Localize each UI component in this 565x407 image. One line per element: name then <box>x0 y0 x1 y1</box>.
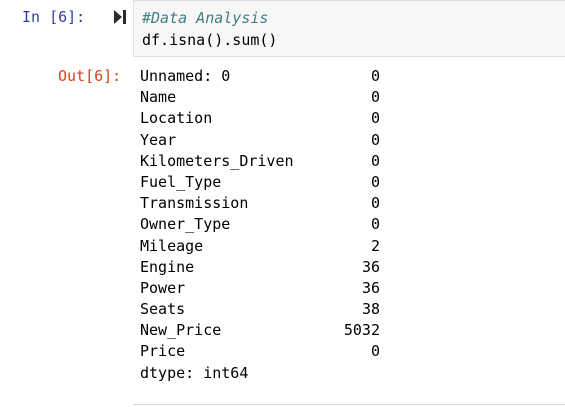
output-row: Owner_Type 0 <box>140 214 390 235</box>
output-row-value: 5032 <box>343 321 380 340</box>
output-row: Seats 38 <box>140 299 390 320</box>
run-cell-icon[interactable] <box>114 10 126 24</box>
output-row: Location 0 <box>140 108 390 129</box>
output-row-value: 0 <box>370 342 380 361</box>
code-line: df.isna().sum() <box>142 31 278 49</box>
output-row-value: 36 <box>361 278 380 297</box>
output-row-value: 0 <box>370 67 380 85</box>
output-row: Name 0 <box>140 87 390 108</box>
output-row-value: 0 <box>370 172 380 191</box>
output-row-value: 0 <box>370 194 380 213</box>
output-row: Year 0 <box>140 130 390 151</box>
output-row-key: Power <box>140 278 186 297</box>
output-row: Engine 36 <box>140 257 390 278</box>
output-row: Transmission 0 <box>140 193 390 214</box>
output-row-key: Owner_Type <box>140 215 231 234</box>
output-row-value: 0 <box>370 130 380 149</box>
output-row-value: 38 <box>361 300 380 319</box>
output-area: Unnamed: 0 0 Name 0 Location 0 Year 0 Ki… <box>140 66 390 383</box>
output-row-value: 0 <box>370 215 380 234</box>
output-row: Kilometers_Driven 0 <box>140 151 390 172</box>
input-prompt: In [6]: <box>22 8 86 26</box>
output-row-key: Transmission <box>140 194 249 213</box>
output-row: Mileage 2 <box>140 236 390 257</box>
cell-divider <box>133 404 565 405</box>
output-row-key: New_Price <box>140 321 222 340</box>
output-row: Power 36 <box>140 278 390 299</box>
output-row-key: Mileage <box>140 236 204 255</box>
output-row-value: 0 <box>370 109 380 128</box>
output-row: Fuel_Type 0 <box>140 172 390 193</box>
output-row-value: 36 <box>361 257 380 276</box>
output-row-key: Kilometers_Driven <box>140 151 294 170</box>
output-row-key: Fuel_Type <box>140 172 222 191</box>
output-row-key: Unnamed: 0 <box>140 67 231 85</box>
output-row-value: 2 <box>370 236 380 255</box>
output-row-key: Year <box>140 130 177 149</box>
output-row-key: Location <box>140 109 213 128</box>
output-row-value: 0 <box>370 88 380 107</box>
output-row: Price 0 <box>140 341 390 362</box>
output-row-value: 0 <box>370 151 380 170</box>
output-row-key: Seats <box>140 300 186 319</box>
output-row-key: Engine <box>140 257 195 276</box>
output-prompt: Out[6]: <box>58 67 122 85</box>
code-input-area[interactable]: #Data Analysis df.isna().sum() <box>133 0 565 57</box>
output-row-key: Price <box>140 342 186 361</box>
output-row: New_Price 5032 <box>140 320 390 341</box>
dtype-line: dtype: int64 <box>140 363 249 382</box>
output-row: Unnamed: 0 0 <box>140 66 390 87</box>
output-row-key: Name <box>140 88 177 107</box>
code-comment: #Data Analysis <box>142 9 269 27</box>
